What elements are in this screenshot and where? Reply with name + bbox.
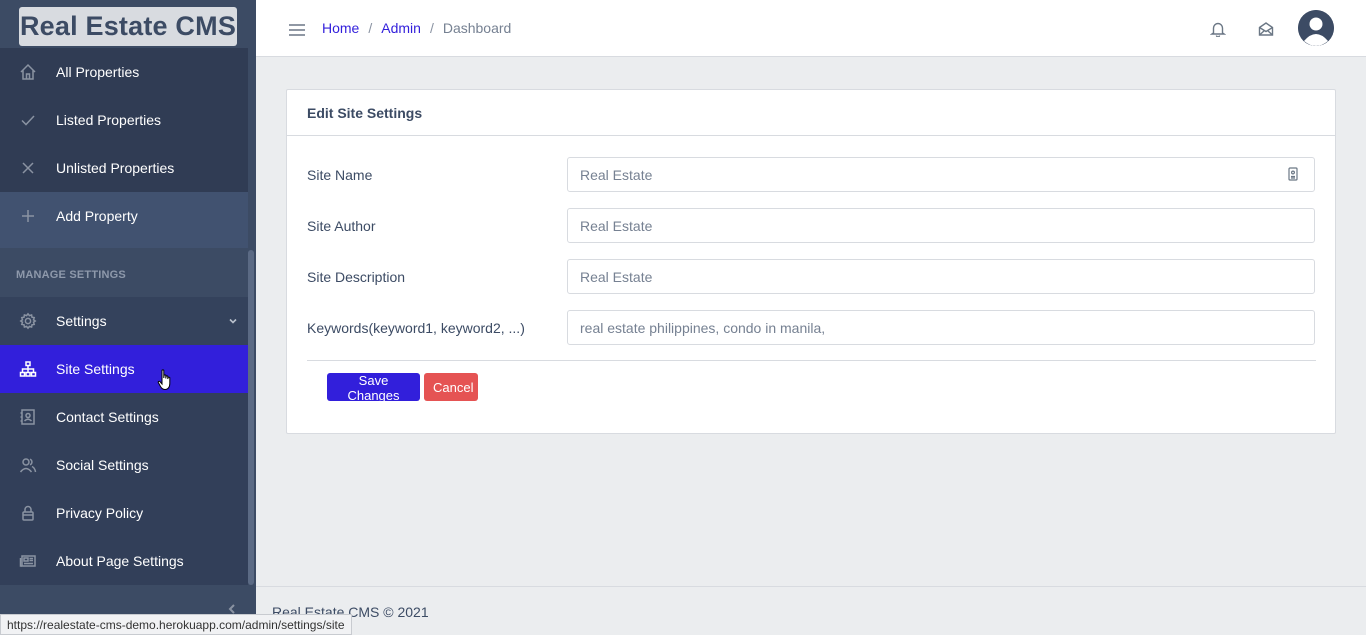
- lock-icon: [0, 504, 56, 522]
- site-settings-card: Edit Site Settings Site Name Site Author…: [286, 89, 1336, 434]
- sidebar-item-label: Listed Properties: [56, 112, 162, 128]
- sidebar-item-label: Site Settings: [56, 361, 135, 377]
- sidebar-item-label: Privacy Policy: [56, 505, 144, 521]
- sidebar-item-label: Settings: [56, 313, 107, 329]
- avatar[interactable]: [1298, 10, 1334, 46]
- sidebar-item-label: About Page Settings: [56, 553, 184, 569]
- sidebar-item-about-page-settings[interactable]: About Page Settings: [0, 537, 248, 585]
- sidebar-item-unlisted-properties[interactable]: Unlisted Properties: [0, 144, 248, 192]
- header: Home / Admin / Dashboard: [256, 0, 1366, 57]
- home-icon: [0, 63, 56, 81]
- menu-toggle-button[interactable]: [288, 22, 306, 38]
- divider: [307, 360, 1316, 361]
- breadcrumb-current: Dashboard: [442, 20, 512, 36]
- card-title: Edit Site Settings: [307, 104, 423, 121]
- sidebar-section-title: MANAGE SETTINGS: [16, 269, 126, 281]
- bell-icon: [1210, 22, 1226, 37]
- sitemap-icon: [0, 360, 56, 378]
- card-header: Edit Site Settings: [287, 90, 1335, 136]
- site-name-label: Site Name: [307, 166, 373, 183]
- status-bar-url: https://realestate-cms-demo.herokuapp.co…: [0, 614, 352, 635]
- people-icon: [0, 456, 56, 474]
- notifications-button[interactable]: [1208, 19, 1228, 39]
- sidebar: Real Estate CMS All Properties Listed Pr…: [0, 0, 256, 635]
- sidebar-item-contact-settings[interactable]: Contact Settings: [0, 393, 248, 441]
- brand-name: Real Estate CMS: [19, 11, 237, 41]
- sidebar-item-privacy-policy[interactable]: Privacy Policy: [0, 489, 248, 537]
- save-changes-button[interactable]: Save Changes: [327, 373, 420, 403]
- site-author-label: Site Author: [307, 217, 376, 234]
- sidebar-item-label: All Properties: [56, 64, 140, 80]
- sidebar-scrollbar-thumb[interactable]: [248, 250, 254, 585]
- cancel-button[interactable]: Cancel: [424, 373, 478, 401]
- hamburger-icon: [289, 24, 305, 36]
- form-row-site-name: Site Name: [307, 157, 1316, 192]
- breadcrumb: Home / Admin / Dashboard: [322, 20, 511, 36]
- brand-logo[interactable]: Real Estate CMS: [19, 7, 237, 46]
- keywords-label: Keywords(keyword1, keyword2, ...): [307, 319, 525, 336]
- breadcrumb-home[interactable]: Home: [322, 20, 359, 36]
- newspaper-icon: [0, 552, 56, 570]
- form-row-site-description: Site Description: [307, 259, 1316, 294]
- sidebar-item-site-settings[interactable]: Site Settings: [0, 345, 248, 393]
- breadcrumb-admin[interactable]: Admin: [381, 20, 421, 36]
- site-description-label: Site Description: [307, 268, 406, 285]
- sidebar-item-label: Social Settings: [56, 457, 149, 473]
- gear-icon: [0, 312, 56, 330]
- sidebar-item-label: Add Property: [56, 208, 138, 224]
- breadcrumb-separator: /: [429, 20, 434, 36]
- form-row-keywords: Keywords(keyword1, keyword2, ...): [307, 310, 1316, 345]
- keywords-input[interactable]: [567, 310, 1315, 345]
- sidebar-item-all-properties[interactable]: All Properties: [0, 48, 248, 96]
- contact-icon: [0, 408, 56, 426]
- contact-card-icon[interactable]: [1286, 167, 1300, 181]
- chevron-down-icon: [218, 316, 248, 326]
- check-icon: [0, 111, 56, 129]
- site-name-input[interactable]: [567, 157, 1315, 192]
- site-author-input[interactable]: [567, 208, 1315, 243]
- sidebar-item-settings[interactable]: Settings: [0, 297, 248, 345]
- site-description-input[interactable]: [567, 259, 1315, 294]
- breadcrumb-separator: /: [368, 20, 373, 36]
- form-row-site-author: Site Author: [307, 208, 1316, 243]
- sidebar-group-bg: [0, 240, 248, 248]
- sidebar-item-listed-properties[interactable]: Listed Properties: [0, 96, 248, 144]
- messages-button[interactable]: [1256, 19, 1276, 39]
- footer: Real Estate CMS © 2021: [256, 586, 1366, 635]
- user-icon: [1298, 10, 1334, 46]
- sidebar-item-add-property[interactable]: Add Property: [0, 192, 248, 240]
- x-icon: [0, 159, 56, 177]
- sidebar-item-social-settings[interactable]: Social Settings: [0, 441, 248, 489]
- hand-cursor-icon: [157, 369, 171, 391]
- plus-icon: [0, 207, 56, 225]
- sidebar-item-label: Contact Settings: [56, 409, 159, 425]
- sidebar-item-label: Unlisted Properties: [56, 160, 175, 176]
- envelope-open-icon: [1258, 22, 1274, 36]
